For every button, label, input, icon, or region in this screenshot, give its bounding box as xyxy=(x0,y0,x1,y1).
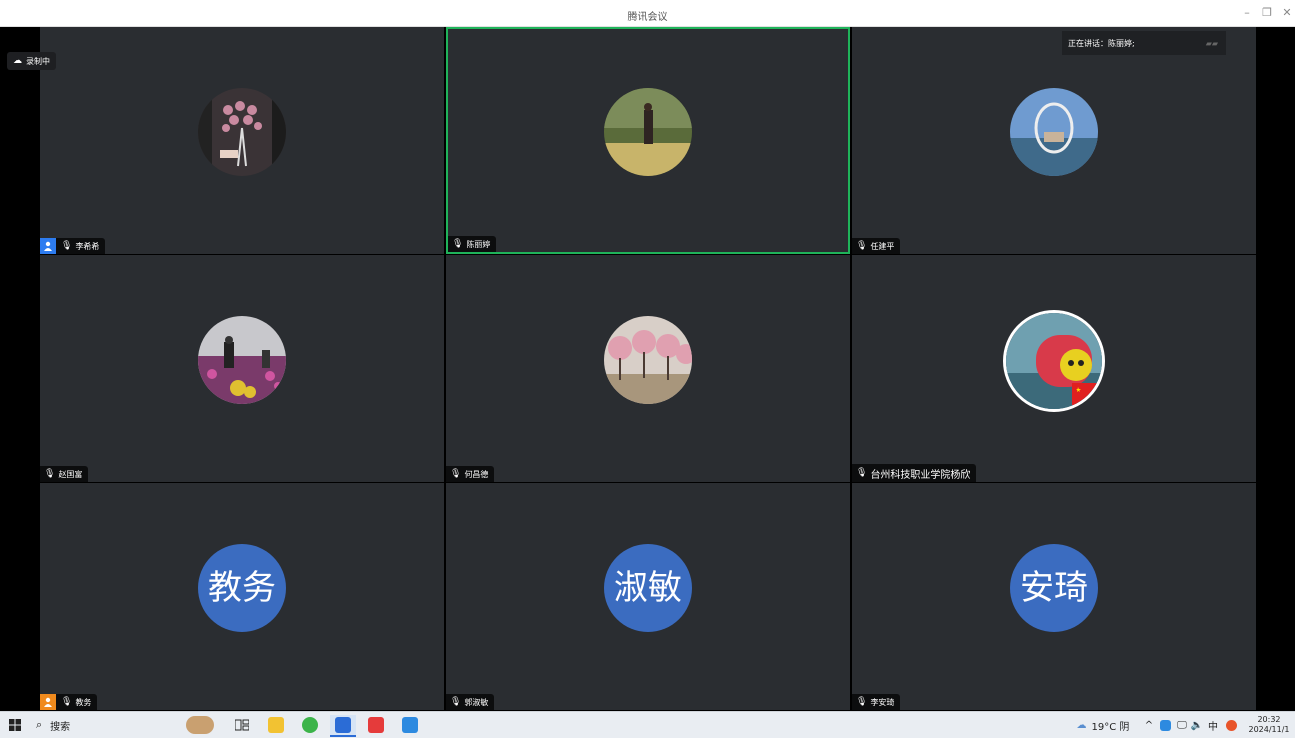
mic-icon: 🎙 xyxy=(452,239,464,249)
tray-app-icon[interactable] xyxy=(1158,715,1172,735)
mic-muted-icon: 🎙 xyxy=(450,469,462,479)
mic-muted-icon: 🎙 xyxy=(44,469,56,479)
participant-name: 李安琦 xyxy=(870,697,895,707)
mic-muted-icon: 🎙 xyxy=(61,697,73,707)
app-icon[interactable] xyxy=(400,715,420,735)
participant-name: 郭淑敏 xyxy=(464,697,489,707)
avatar xyxy=(604,316,692,404)
participant-nametag: 🎙 何昌德 xyxy=(446,466,495,482)
participant-tile[interactable]: 🎙 任建平 xyxy=(852,27,1256,254)
initials-avatar: 淑敏 xyxy=(604,544,692,632)
clock[interactable]: 20:32 2024/11/1 xyxy=(1245,715,1293,735)
avatar xyxy=(604,88,692,176)
initials-avatar: 教务 xyxy=(198,544,286,632)
weather-text: 19°C 阴 xyxy=(1091,721,1130,733)
participant-nametag: 🎙 赵国富 xyxy=(40,466,89,482)
participant-tile[interactable]: 🎙 台州科技职业学院杨欣 xyxy=(852,255,1256,482)
minimize-icon[interactable]: – xyxy=(1240,6,1254,20)
cloud-icon: ☁ xyxy=(1076,719,1087,731)
tencent-meeting-taskbar-icon[interactable] xyxy=(330,715,356,737)
mic-muted-icon: 🎙 xyxy=(856,468,868,478)
video-grid: 🎙 李希希 🎙 陈丽婷 🎙 任建平 🎙 赵国富 🎙 何昌德 🎙 台州科技职业学院… xyxy=(40,27,1256,711)
recording-label: 录制中 xyxy=(26,56,50,66)
participant-nametag: 🎙 教务 xyxy=(40,694,98,710)
taskbar-search[interactable]: ⌕ 搜索 xyxy=(36,715,186,735)
windows-start-icon[interactable] xyxy=(6,715,24,735)
edge-browser-icon[interactable] xyxy=(300,715,320,735)
participant-name: 李希希 xyxy=(75,241,100,251)
participant-tile[interactable]: 淑敏 🎙 郭淑敏 xyxy=(446,483,850,710)
weather-widget[interactable]: ☁ 19°C 阴 xyxy=(1068,715,1138,735)
participant-tile[interactable]: 教务 🎙 教务 xyxy=(40,483,444,710)
mic-muted-icon: 🎙 xyxy=(61,241,73,251)
speaking-name: 陈丽婷; xyxy=(1108,38,1135,48)
clock-time: 20:32 xyxy=(1257,715,1281,724)
avatar xyxy=(198,88,286,176)
participant-name: 教务 xyxy=(75,697,92,707)
search-label: 搜索 xyxy=(50,721,71,733)
window-title: 腾讯会议 xyxy=(627,12,668,23)
ime-indicator[interactable]: 中 xyxy=(1206,715,1220,735)
volume-icon[interactable]: 🔈 xyxy=(1190,715,1204,735)
mic-muted-icon: 🎙 xyxy=(450,697,462,707)
task-view-icon[interactable] xyxy=(232,715,252,735)
avatar xyxy=(1010,88,1098,176)
wps-office-icon[interactable] xyxy=(366,715,386,735)
participant-tile[interactable]: 🎙 赵国富 xyxy=(40,255,444,482)
cloud-record-icon: ☁ xyxy=(13,56,22,66)
clock-date: 2024/11/1 xyxy=(1248,725,1290,734)
network-icon[interactable]: 🖵 xyxy=(1175,715,1189,735)
participant-name: 台州科技职业学院杨欣 xyxy=(870,469,971,481)
close-icon[interactable]: ✕ xyxy=(1280,6,1294,20)
title-bar: 腾讯会议 – ❐ ✕ xyxy=(0,0,1295,27)
mic-muted-icon: 🎙 xyxy=(856,697,868,707)
speaking-indicator: 正在讲话： 陈丽婷; ▰▰ xyxy=(1062,31,1226,55)
participant-nametag: 🎙 李希希 xyxy=(40,238,106,254)
host-icon xyxy=(40,694,56,710)
mic-muted-icon: 🎙 xyxy=(856,241,868,251)
participant-name: 赵国富 xyxy=(58,469,83,479)
search-icon: ⌕ xyxy=(36,718,43,731)
participant-tile[interactable]: 🎙 李希希 xyxy=(40,27,444,254)
participant-name: 陈丽婷 xyxy=(466,239,491,249)
sound-wave-icon: ▰▰ xyxy=(1205,38,1218,48)
participant-tile[interactable]: 🎙 何昌德 xyxy=(446,255,850,482)
avatar xyxy=(198,316,286,404)
participant-nametag: 🎙 陈丽婷 xyxy=(448,236,497,252)
tray-expand-icon[interactable]: ^ xyxy=(1143,715,1155,735)
security-app-icon[interactable] xyxy=(1224,715,1238,735)
participant-nametag: 🎙 任建平 xyxy=(852,238,901,254)
file-explorer-icon[interactable] xyxy=(266,715,286,735)
participant-name: 任建平 xyxy=(870,241,895,251)
participant-tile-active[interactable]: 🎙 陈丽婷 xyxy=(446,27,850,254)
search-highlight-icon[interactable] xyxy=(184,715,216,735)
participant-nametag: 🎙 郭淑敏 xyxy=(446,694,495,710)
participant-name: 何昌德 xyxy=(464,469,489,479)
recording-badge[interactable]: ☁ 录制中 xyxy=(7,52,56,70)
initials-avatar: 安琦 xyxy=(1010,544,1098,632)
taskbar: ⌕ 搜索 ☁ 19°C 阴 ^ 🖵 🔈 中 20:32 2024/11/1 xyxy=(0,711,1295,738)
restore-icon[interactable]: ❐ xyxy=(1260,6,1274,20)
participant-tile[interactable]: 安琦 🎙 李安琦 xyxy=(852,483,1256,710)
participant-nametag: 🎙 台州科技职业学院杨欣 xyxy=(852,464,977,482)
participant-nametag: 🎙 李安琦 xyxy=(852,694,901,710)
host-icon xyxy=(40,238,56,254)
speaking-label: 正在讲话： xyxy=(1068,38,1108,48)
avatar xyxy=(1003,310,1105,412)
